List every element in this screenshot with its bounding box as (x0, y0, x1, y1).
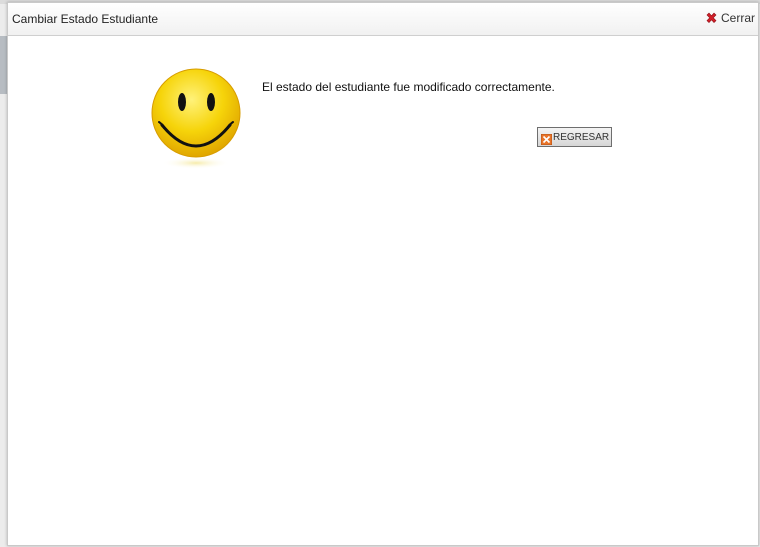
backdrop-side-strip (0, 36, 7, 94)
back-button[interactable]: REGRESAR (537, 127, 612, 147)
close-button[interactable]: Cerrar (705, 11, 755, 25)
change-status-dialog: Cambiar Estado Estudiante Cerrar El esta… (7, 2, 759, 546)
dialog-title: Cambiar Estado Estudiante (12, 12, 159, 26)
close-icon (705, 12, 718, 25)
smiley-face-icon (148, 67, 244, 171)
dialog-titlebar: Cambiar Estado Estudiante Cerrar (8, 3, 758, 36)
status-message: El estado del estudiante fue modificado … (262, 80, 555, 94)
close-label: Cerrar (720, 11, 755, 25)
back-button-label: REGRESAR (553, 131, 610, 143)
back-icon (540, 132, 553, 145)
